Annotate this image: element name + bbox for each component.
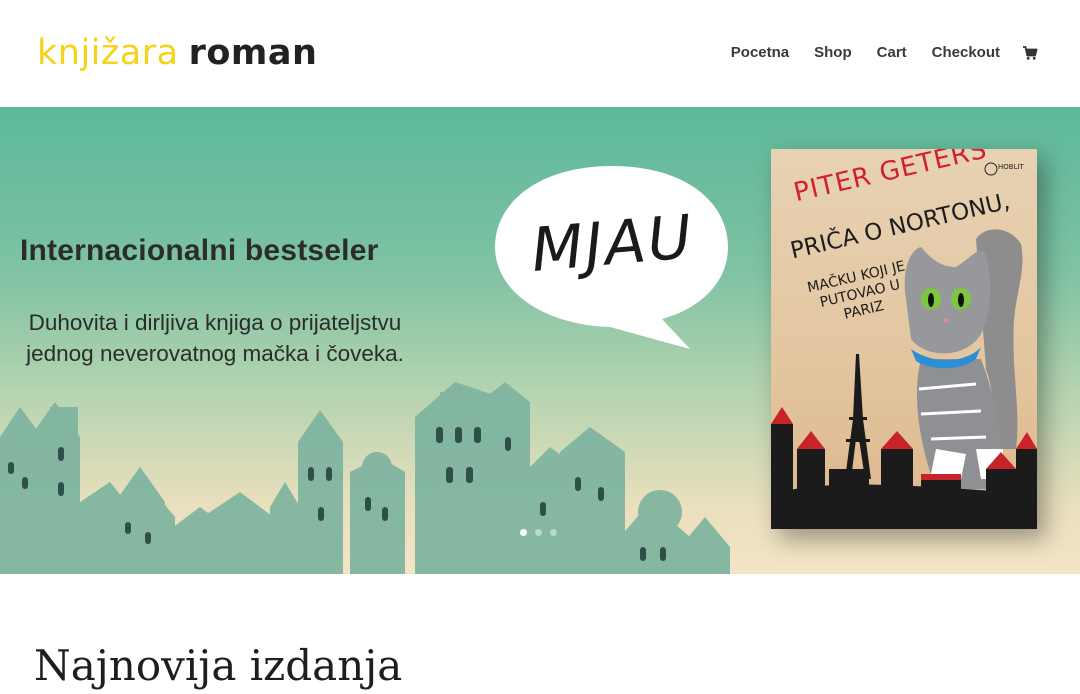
eiffel-tower-icon [845,354,871,479]
section-title-newest: Najnovija izdanja [34,641,403,690]
logo-word-roman: roman [188,33,318,73]
hero-slider[interactable]: Internacionalni bestseler Duhovita i dir… [0,107,1080,574]
nav-link-checkout[interactable]: Checkout [932,42,1000,64]
slider-dot-1[interactable] [520,529,527,536]
nav-link-cart[interactable]: Cart [877,42,907,64]
book-cover[interactable]: PITER GETERS PRIČA O NORTONU, MAČKU KOJI… [771,149,1037,529]
slider-dot-3[interactable] [550,529,557,536]
site-logo[interactable]: knjižara roman [37,30,317,76]
publisher-logo: HOBLIT [998,163,1024,171]
slider-pagination [520,529,557,536]
slider-dot-2[interactable] [535,529,542,536]
cat-icon [904,229,1023,489]
hero-description: Duhovita i dirljiva knjiga o prijateljst… [26,310,404,366]
site-header: knjižara roman Pocetna Shop Cart Checkout [0,0,1080,107]
nav-link-shop[interactable]: Shop [814,42,852,64]
nav-link-pocetna[interactable]: Pocetna [731,42,789,64]
main-navigation: Pocetna Shop Cart Checkout [731,42,1038,64]
shopping-cart-icon[interactable] [1022,45,1038,61]
hero-title: Internacionalni bestseler [20,234,379,267]
logo-word-knjizara: knjižara [37,33,179,73]
